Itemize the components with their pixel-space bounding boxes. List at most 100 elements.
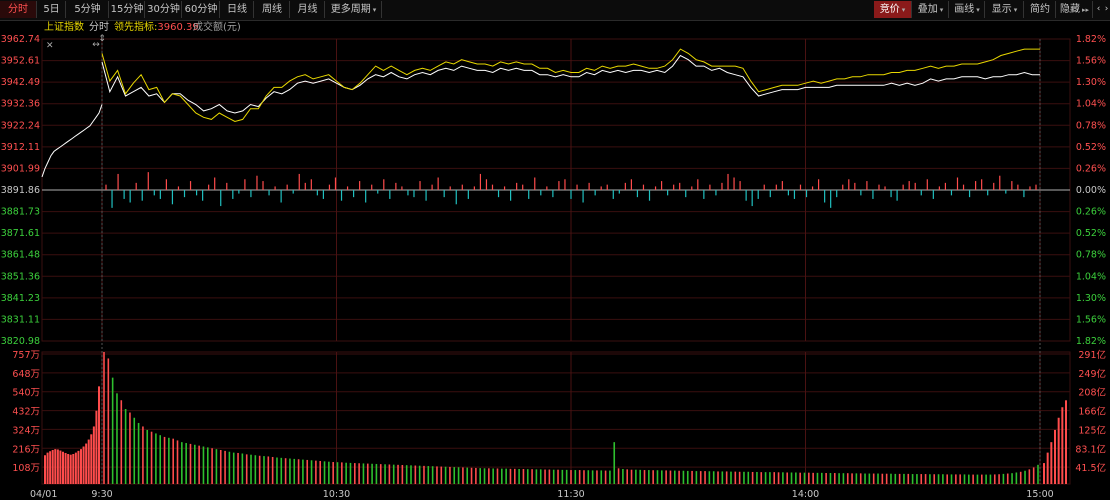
- period-tab-label: 30分钟: [147, 4, 180, 15]
- amount-axis-label: 249亿: [1078, 368, 1106, 380]
- pct-axis-label: 1.30%: [1076, 293, 1106, 304]
- pct-axis-label: 1.04%: [1076, 99, 1106, 110]
- tool-button-label: 隐藏: [1059, 4, 1080, 15]
- forward-icon: ▸▸: [1081, 6, 1090, 14]
- scroll-right-icon[interactable]: ›: [1102, 1, 1110, 18]
- price-axis-label: 3922.24: [1, 120, 40, 131]
- period-tab-label: 周线: [262, 4, 282, 15]
- amount-axis-label: 41.5亿: [1075, 462, 1106, 474]
- period-tab-2[interactable]: 5分钟: [67, 1, 109, 18]
- period-toolbar: 分时 5日 5分钟 15分钟 30分钟 60分钟 日线 周线 月线 更多周期 ▾ 竞价 ▾ 叠加 ▾ 画线 ▾ 显…: [0, 0, 1110, 21]
- tool-button-3[interactable]: 显示 ▾: [986, 1, 1024, 18]
- period-tab-label: 月线: [297, 4, 318, 15]
- pct-axis-label: 0.52%: [1076, 142, 1106, 153]
- tool-button-label: 竞价: [879, 4, 900, 15]
- period-tab-6[interactable]: 日线: [221, 1, 254, 18]
- period-tab-3[interactable]: 15分钟: [110, 1, 145, 18]
- period-tab-8[interactable]: 月线: [291, 1, 325, 18]
- tool-button-4[interactable]: 简约: [1025, 1, 1056, 18]
- pct-axis-label: 0.78%: [1076, 250, 1106, 261]
- index-name[interactable]: 上证指数: [44, 21, 84, 35]
- chevron-down-icon: ▾: [976, 6, 980, 14]
- volume-label: 成交额(元): [193, 22, 241, 33]
- price-axis-label: 3831.11: [1, 314, 40, 325]
- period-tab-label: 60分钟: [184, 4, 218, 15]
- chevron-down-icon: ▾: [939, 6, 944, 14]
- pct-axis-label: 0.26%: [1076, 163, 1106, 174]
- price-axis-label: 3841.23: [1, 293, 40, 304]
- time-axis-label: 10:30: [323, 489, 350, 500]
- volume-axis-label: 432万: [12, 407, 40, 418]
- price-axis-label: 3891.86: [1, 185, 40, 196]
- intraday-chart[interactable]: 3962.74 1.82% 3952.61 1.56% 3942.49 1.30% 3932…: [0, 0, 1110, 500]
- pct-axis-label: 0.78%: [1076, 120, 1106, 131]
- period-tab-label: 5日: [43, 4, 60, 15]
- volume-panel-frame: [41, 351, 1071, 485]
- price-axis-label: 3962.74: [1, 34, 40, 45]
- amount-axis-label: 291亿: [1078, 349, 1106, 361]
- period-tab-7[interactable]: 周线: [255, 1, 290, 18]
- period-tab-label: 5分钟: [74, 4, 101, 15]
- volume-axis-label: 540万: [12, 388, 40, 399]
- tool-button-label: 叠加: [917, 4, 938, 15]
- period-tab-label: 更多周期: [330, 4, 371, 15]
- pct-axis-label: 1.82%: [1076, 336, 1106, 347]
- pct-axis-label: 1.30%: [1076, 77, 1106, 88]
- chevron-down-icon: ▾: [1013, 6, 1018, 14]
- tool-button-1[interactable]: 叠加 ▾: [913, 1, 949, 18]
- leading-label: 领先指标:3960.39: [114, 21, 199, 35]
- period-tab-0[interactable]: 分时: [0, 1, 37, 18]
- auction-line: [41, 104, 103, 178]
- amount-axis-label: 125亿: [1078, 424, 1106, 436]
- period-tab-label: 分时: [8, 4, 28, 15]
- pct-axis-label: 1.56%: [1076, 56, 1106, 67]
- period-tab-9[interactable]: 更多周期 ▾: [326, 1, 382, 18]
- chevron-down-icon: ▾: [901, 6, 906, 14]
- price-axis-label: 3881.73: [1, 207, 40, 218]
- time-axis-label: 14:00: [792, 489, 819, 500]
- time-axis-label: 11:30: [557, 489, 584, 500]
- pct-axis-label: 0.00%: [1076, 185, 1106, 196]
- volume-axis-label: 648万: [12, 369, 40, 380]
- pct-axis-label: 1.82%: [1076, 34, 1106, 45]
- pct-axis-label: 0.52%: [1076, 228, 1106, 239]
- volume-axis-label: 757万: [12, 350, 40, 361]
- pct-axis-label: 1.56%: [1076, 314, 1106, 325]
- amount-axis-label: 166亿: [1078, 406, 1106, 418]
- price-axis-label: 3912.11: [1, 142, 40, 153]
- volume-axis-label: 324万: [12, 425, 40, 436]
- volume-axis-label: 108万: [12, 463, 40, 474]
- tool-button-label: 简约: [1030, 4, 1050, 15]
- price-axis-label: 3861.48: [1, 250, 40, 261]
- time-axis-label: 15:00: [1026, 489, 1053, 500]
- time-axis-label: 04/01: [30, 489, 57, 500]
- tool-button-2[interactable]: 画线 ▾: [950, 1, 985, 18]
- pct-axis-label: 0.26%: [1076, 207, 1106, 218]
- time-axis-label: 9:30: [91, 489, 112, 500]
- chevron-down-icon: ▾: [372, 6, 377, 14]
- tool-button-0[interactable]: 竞价 ▾: [874, 1, 912, 18]
- tool-button-label: 显示: [991, 4, 1012, 15]
- period-tab-4[interactable]: 30分钟: [146, 1, 182, 18]
- price-axis-label: 3932.36: [1, 99, 40, 110]
- price-axis-label: 3871.61: [1, 228, 40, 239]
- mode-label: 分时: [89, 22, 109, 33]
- price-axis-label: 3942.49: [1, 77, 40, 88]
- price-axis-label: 3820.98: [1, 336, 40, 347]
- period-tab-label: 日线: [227, 4, 247, 15]
- leading-label-text: 领先指标:: [114, 22, 158, 33]
- amount-axis-label: 208亿: [1078, 387, 1106, 399]
- period-tab-label: 15分钟: [110, 4, 144, 15]
- amount-axis-label: 83.1亿: [1075, 443, 1106, 455]
- price-axis-label: 3952.61: [1, 56, 40, 67]
- collapse-icon: ✕: [46, 41, 54, 51]
- period-tab-1[interactable]: 5日: [38, 1, 66, 18]
- volume-axis-label: 216万: [12, 444, 40, 455]
- drag-handle-icon: ↔: [92, 40, 100, 50]
- tool-button-label: 画线: [954, 4, 975, 15]
- price-axis-label: 3901.99: [1, 163, 40, 174]
- period-tab-5[interactable]: 60分钟: [183, 1, 220, 18]
- price-axis-label: 3851.36: [1, 271, 40, 282]
- pct-axis-label: 1.04%: [1076, 271, 1106, 282]
- tool-button-5[interactable]: 隐藏 ▸▸: [1057, 1, 1093, 18]
